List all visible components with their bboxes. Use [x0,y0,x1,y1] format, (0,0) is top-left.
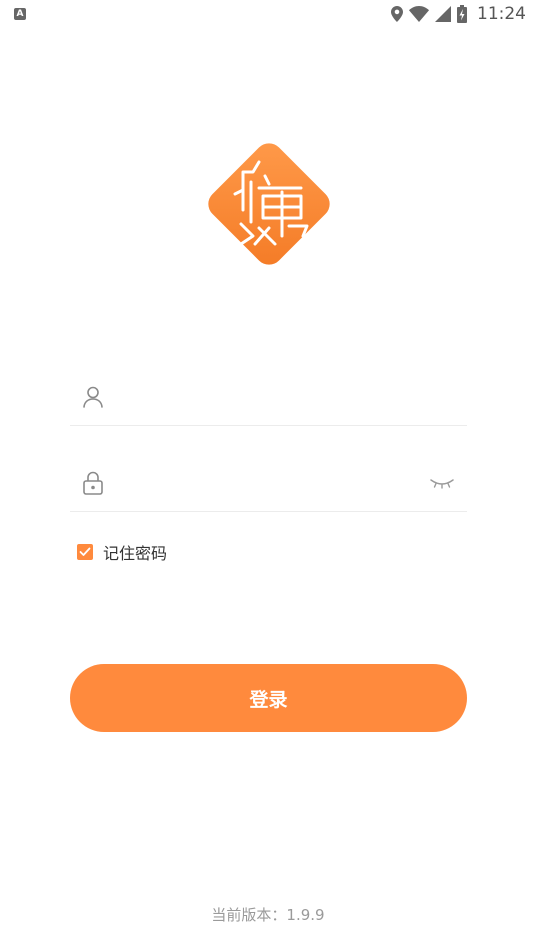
wifi-icon [409,6,429,22]
brand-logo-icon [197,132,341,276]
signal-icon [435,6,451,22]
status-right: 11:24 [391,4,526,24]
username-input[interactable] [104,368,467,425]
status-left: A [14,8,26,20]
version-text: 当前版本：1.9.9 [211,906,325,924]
remember-checkbox[interactable] [77,544,93,560]
username-field [70,368,467,426]
notification-a-icon: A [14,8,26,20]
password-input[interactable] [104,454,429,511]
battery-icon [457,5,467,23]
eye-closed-icon[interactable] [429,473,455,493]
status-bar: A 11:24 [0,0,536,28]
login-screen: A 11:24 记住密码 登录 当前版本：1.9.9 [0,0,536,952]
login-button[interactable]: 登录 [70,664,467,732]
lock-icon [82,471,104,495]
password-field [70,454,467,512]
location-icon [391,6,403,22]
remember-password-toggle[interactable]: 记住密码 [77,540,167,564]
check-icon [79,547,91,556]
remember-label: 记住密码 [103,544,168,563]
user-icon [82,385,104,409]
status-time: 11:24 [477,4,526,24]
